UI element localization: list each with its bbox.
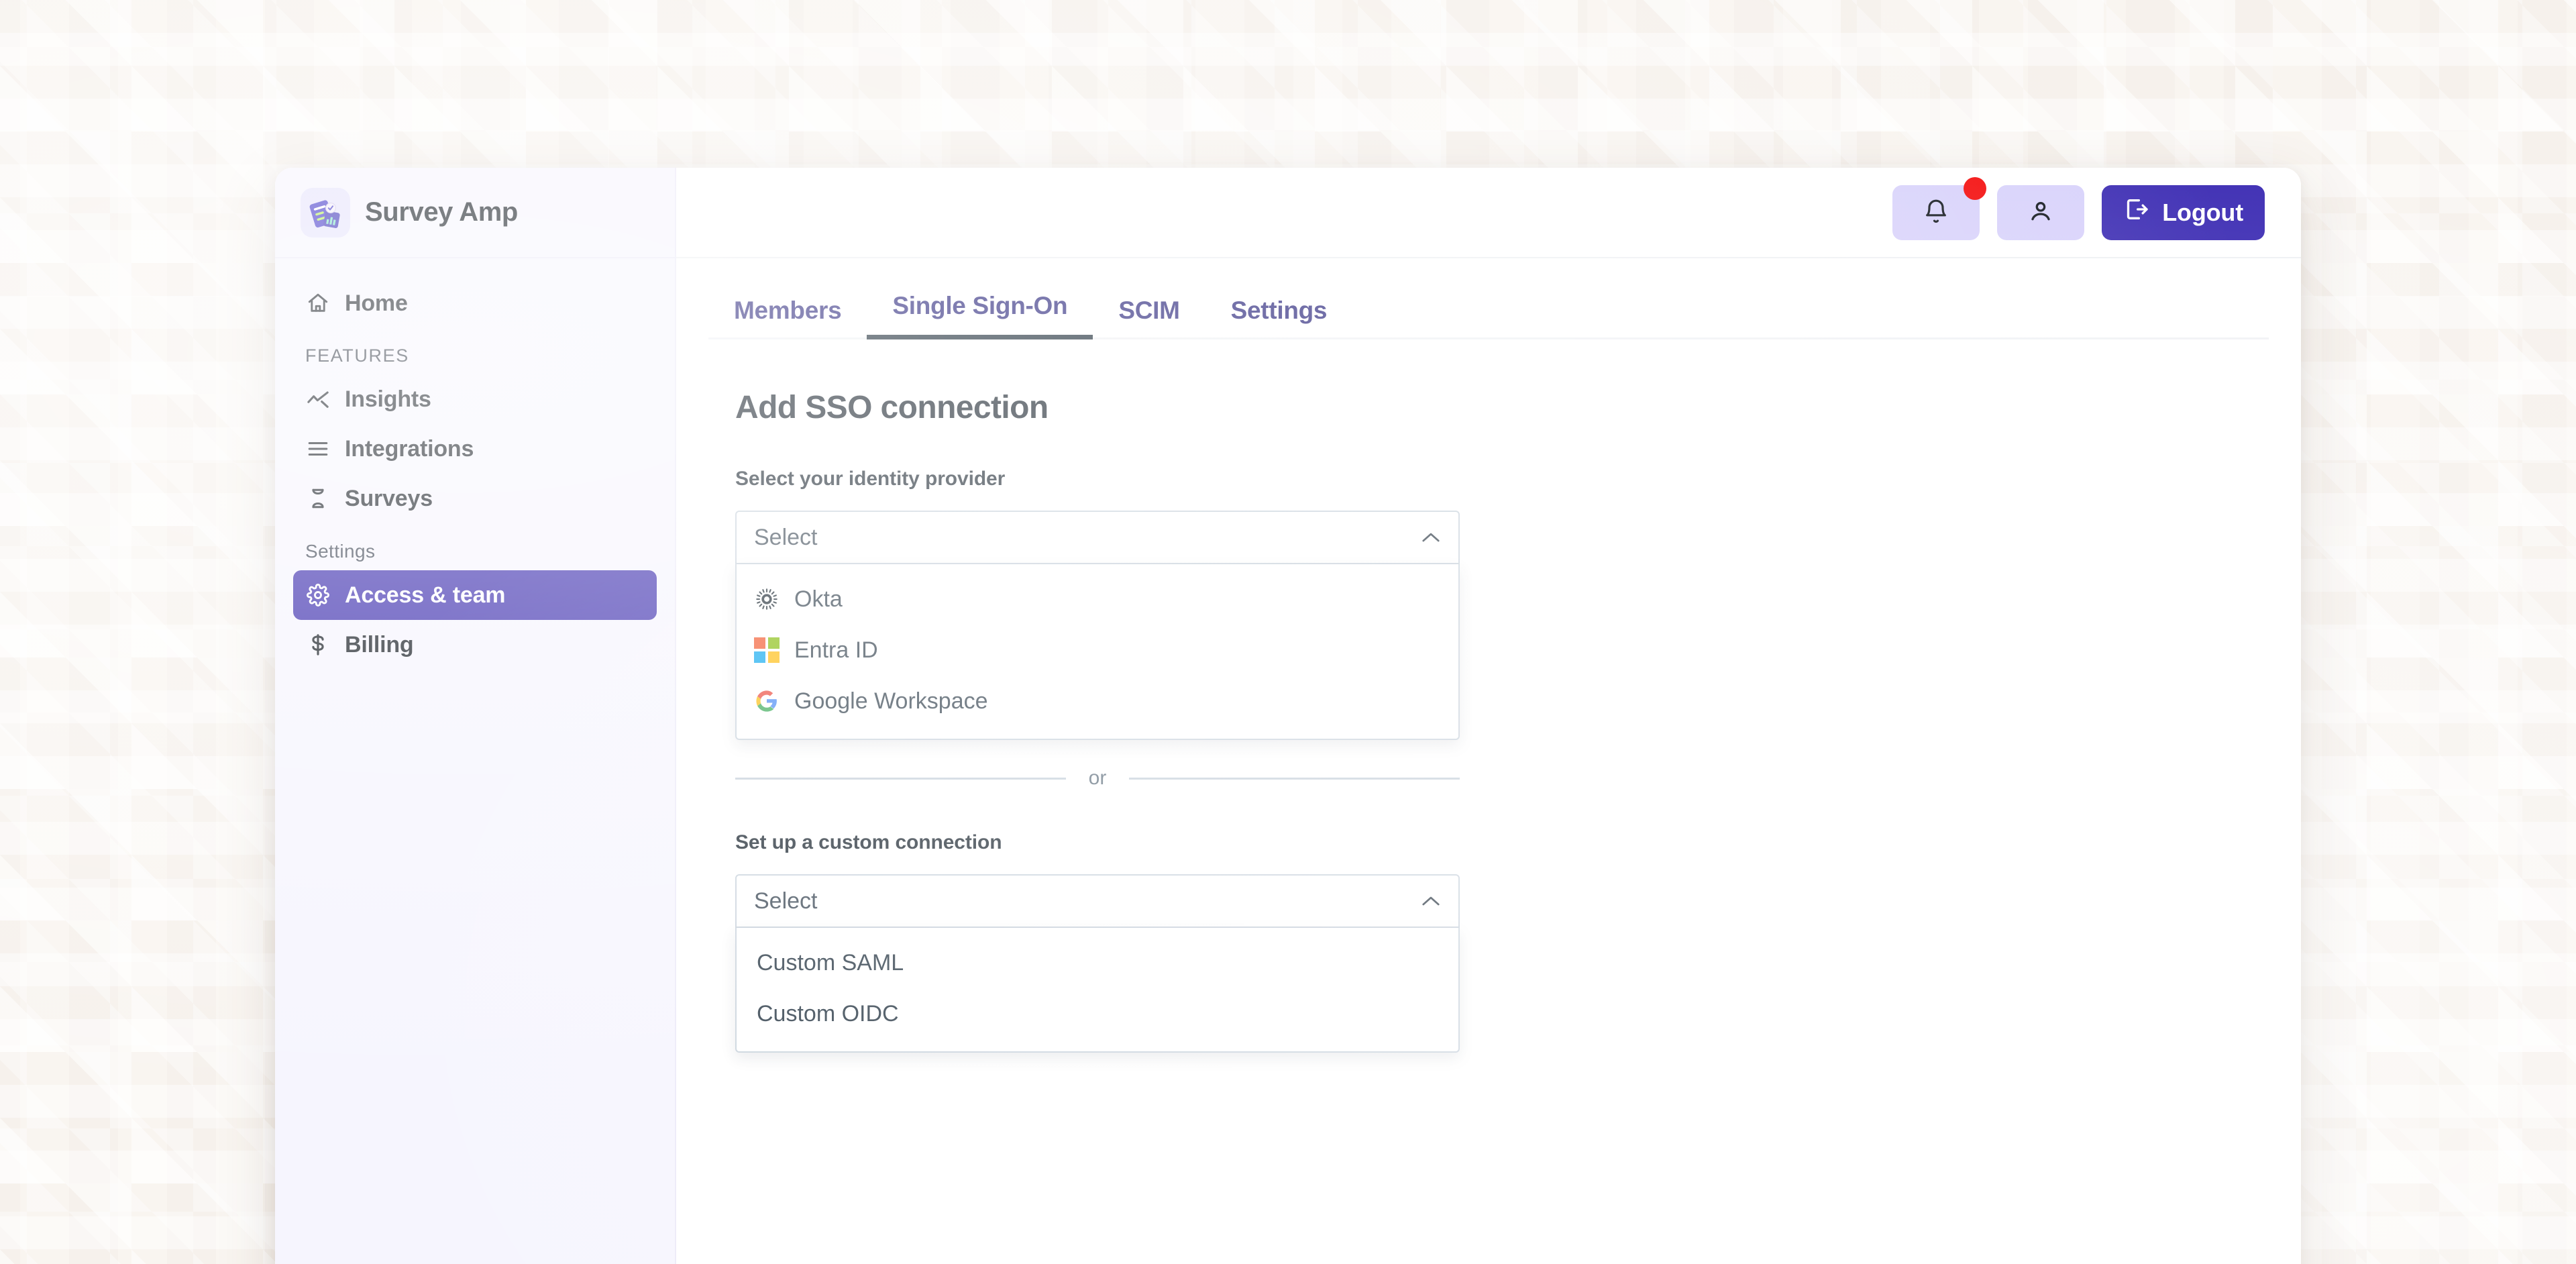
option-custom-oidc[interactable]: Custom OIDC bbox=[737, 988, 1458, 1039]
sidebar-nav: Home FEATURES Insights Integrations Surv… bbox=[275, 258, 675, 670]
notification-badge bbox=[1964, 176, 1987, 200]
person-icon bbox=[2027, 198, 2054, 227]
option-label: Entra ID bbox=[794, 637, 878, 663]
option-google-workspace[interactable]: Google Workspace bbox=[737, 676, 1458, 727]
sidebar-item-label: Insights bbox=[345, 386, 431, 412]
divider-label: or bbox=[1088, 767, 1107, 789]
logout-button[interactable]: Logout bbox=[2102, 185, 2265, 240]
option-label: Google Workspace bbox=[794, 688, 988, 714]
divider-line-right bbox=[1129, 777, 1460, 780]
option-label: Okta bbox=[794, 586, 843, 612]
layers-icon bbox=[305, 435, 331, 462]
custom-select-menu: Custom SAML Custom OIDC bbox=[735, 928, 1460, 1053]
home-icon bbox=[305, 290, 331, 317]
option-custom-saml[interactable]: Custom SAML bbox=[737, 937, 1458, 988]
sidebar-item-home[interactable]: Home bbox=[293, 278, 657, 328]
sidebar: Survey Amp Home FEATURES Insights Integr… bbox=[275, 168, 676, 1264]
notifications-button[interactable] bbox=[1892, 176, 1987, 240]
sidebar-item-insights[interactable]: Insights bbox=[293, 374, 657, 424]
main-content: Add SSO connection Select your identity … bbox=[676, 339, 2301, 1264]
app-name: Survey Amp bbox=[365, 197, 518, 227]
sidebar-item-label: Billing bbox=[345, 631, 414, 657]
option-label: Custom OIDC bbox=[757, 1000, 899, 1026]
tab-scim[interactable]: SCIM bbox=[1093, 297, 1205, 339]
hourglass-icon bbox=[305, 485, 331, 512]
logout-label: Logout bbox=[2162, 198, 2243, 226]
custom-select-input[interactable]: Select bbox=[735, 874, 1460, 928]
tab-single-sign-on[interactable]: Single Sign-On bbox=[867, 292, 1093, 339]
sidebar-item-access-team[interactable]: Access & team bbox=[293, 570, 657, 620]
microsoft-icon bbox=[754, 637, 780, 663]
sidebar-item-billing[interactable]: Billing bbox=[293, 620, 657, 670]
gear-icon bbox=[305, 582, 331, 609]
right-pane: Logout Members Single Sign-On SCIM Setti… bbox=[676, 168, 2301, 1264]
brand[interactable]: Survey Amp bbox=[275, 168, 675, 258]
sidebar-section-features: FEATURES bbox=[305, 346, 409, 366]
custom-select-value: Select bbox=[754, 888, 818, 914]
option-entra-id[interactable]: Entra ID bbox=[737, 625, 1458, 676]
provider-field-label: Select your identity provider bbox=[735, 468, 1006, 490]
sidebar-item-surveys[interactable]: Surveys bbox=[293, 474, 657, 523]
tab-members[interactable]: Members bbox=[708, 297, 867, 339]
app-header: Logout bbox=[676, 168, 2301, 258]
custom-field-label: Set up a custom connection bbox=[735, 831, 1002, 853]
sidebar-section-settings: Settings bbox=[305, 541, 376, 562]
sidebar-item-label: Integrations bbox=[345, 435, 474, 462]
provider-select-menu: Okta Entra ID Google Workspace bbox=[735, 564, 1460, 740]
sidebar-item-integrations[interactable]: Integrations bbox=[293, 424, 657, 474]
tabs-wrap: Members Single Sign-On SCIM Settings bbox=[676, 258, 2301, 339]
okta-icon bbox=[754, 586, 780, 612]
window-body: Survey Amp Home FEATURES Insights Integr… bbox=[275, 168, 2301, 1264]
divider-line-left bbox=[735, 777, 1066, 780]
desktop-background: Survey Amp Home FEATURES Insights Integr… bbox=[0, 0, 2576, 1264]
chevron-up-icon bbox=[1421, 891, 1441, 911]
account-button[interactable] bbox=[1997, 185, 2085, 240]
sidebar-item-label: Surveys bbox=[345, 485, 433, 511]
survey-chart-logo-icon bbox=[301, 187, 350, 238]
page-title: Add SSO connection bbox=[735, 390, 1049, 425]
provider-select-input[interactable]: Select bbox=[735, 511, 1460, 564]
option-okta[interactable]: Okta bbox=[737, 574, 1458, 625]
bell-icon bbox=[1923, 198, 1949, 227]
provider-select-group: Select Okta Entra ID Google Workspace bbox=[735, 511, 1460, 740]
chevron-up-icon bbox=[1421, 527, 1441, 547]
sidebar-item-label: Access & team bbox=[345, 582, 506, 608]
logout-icon bbox=[2123, 196, 2150, 229]
dollar-icon bbox=[305, 631, 331, 658]
option-label: Custom SAML bbox=[757, 949, 904, 976]
analytics-icon bbox=[305, 386, 331, 413]
or-divider: or bbox=[735, 767, 1460, 790]
sidebar-item-label: Home bbox=[345, 290, 408, 316]
app-window: Survey Amp Home FEATURES Insights Integr… bbox=[275, 168, 2301, 1264]
tab-bar: Members Single Sign-On SCIM Settings bbox=[708, 258, 2269, 339]
tab-settings[interactable]: Settings bbox=[1205, 297, 1353, 339]
custom-select-group: Select Custom SAML Custom OIDC bbox=[735, 874, 1460, 1053]
provider-select-value: Select bbox=[754, 524, 818, 550]
google-icon bbox=[754, 688, 780, 714]
